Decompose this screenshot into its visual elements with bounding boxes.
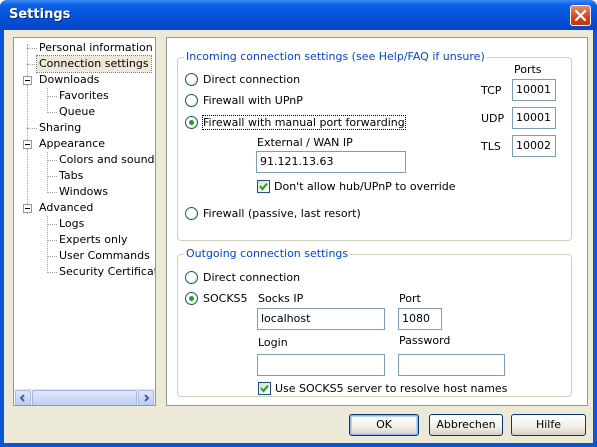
appearance-collapse-icon[interactable] [23, 140, 32, 149]
tree-item-advanced[interactable]: Advanced [37, 200, 95, 216]
tree-item-security-certificates[interactable]: Security Certificates [57, 264, 155, 280]
close-icon [574, 9, 587, 22]
scroll-left-button[interactable] [15, 390, 31, 405]
arrow-right-icon [144, 394, 150, 402]
tree-item-colors-and-sounds[interactable]: Colors and sounds [57, 152, 155, 168]
help-button[interactable]: Hilfe [511, 414, 586, 436]
tree-item-favorites[interactable]: Favorites [57, 88, 111, 104]
scroll-thumb[interactable] [32, 390, 137, 405]
tree-item-windows[interactable]: Windows [57, 184, 110, 200]
external-ip-label: External / WAN IP [257, 136, 353, 149]
tls-port-input[interactable]: 10002 [512, 135, 556, 157]
outgoing-settings-group: Outgoing connection settings Direct conn… [177, 247, 572, 397]
tree-item-personal-information[interactable]: Personal information [37, 40, 155, 56]
socks-ip-input[interactable]: localhost [257, 308, 385, 330]
scroll-right-button[interactable] [138, 390, 154, 405]
udp-label: UDP [481, 112, 505, 125]
tree-item-queue[interactable]: Queue [57, 104, 97, 120]
checkmark-icon [260, 384, 269, 393]
tree-item-downloads[interactable]: Downloads [37, 72, 101, 88]
incoming-group-title: Incoming connection settings (see Help/F… [184, 50, 487, 63]
close-button[interactable] [570, 5, 591, 26]
password-input[interactable] [398, 354, 505, 376]
ok-button[interactable]: OK [349, 414, 419, 436]
tcp-label: TCP [481, 84, 502, 97]
dialog-client-area: Personal information Connection settings… [4, 30, 593, 443]
incoming-settings-group: Incoming connection settings (see Help/F… [177, 50, 572, 241]
downloads-collapse-icon[interactable] [23, 76, 32, 85]
tree-horizontal-scrollbar[interactable] [14, 389, 155, 405]
arrow-left-icon [19, 394, 25, 402]
tree-item-logs[interactable]: Logs [57, 216, 86, 232]
window-title: Settings [9, 7, 71, 22]
ports-label: Ports [514, 63, 542, 76]
connection-settings-panel: Incoming connection settings (see Help/F… [166, 37, 588, 406]
outgoing-group-title: Outgoing connection settings [184, 247, 351, 260]
tcp-port-input[interactable]: 10001 [512, 79, 556, 101]
socks-ip-label: Socks IP [258, 292, 304, 305]
udp-port-input[interactable]: 10001 [512, 107, 556, 129]
tree-item-tabs[interactable]: Tabs [57, 168, 85, 184]
socks-port-input[interactable]: 1080 [398, 308, 442, 330]
settings-window: Settings Personal information Connection… [0, 0, 597, 447]
socks-port-label: Port [399, 292, 421, 305]
password-label: Password [399, 334, 451, 347]
tree-item-user-commands[interactable]: User Commands [57, 248, 152, 264]
tree-item-experts-only[interactable]: Experts only [57, 232, 130, 248]
tree-item-connection-settings[interactable]: Connection settings [36, 55, 152, 73]
login-label: Login [258, 336, 288, 349]
login-input[interactable] [257, 354, 385, 376]
title-bar[interactable]: Settings [0, 0, 597, 30]
settings-tree[interactable]: Personal information Connection settings… [13, 37, 156, 406]
cancel-button[interactable]: Abbrechen [429, 414, 503, 436]
tree-item-sharing[interactable]: Sharing [37, 120, 83, 136]
external-ip-input[interactable]: 91.121.13.63 [256, 151, 406, 173]
tls-label: TLS [481, 140, 501, 153]
checkmark-icon [259, 182, 268, 191]
advanced-collapse-icon[interactable] [23, 204, 32, 213]
tree-item-appearance[interactable]: Appearance [37, 136, 107, 152]
